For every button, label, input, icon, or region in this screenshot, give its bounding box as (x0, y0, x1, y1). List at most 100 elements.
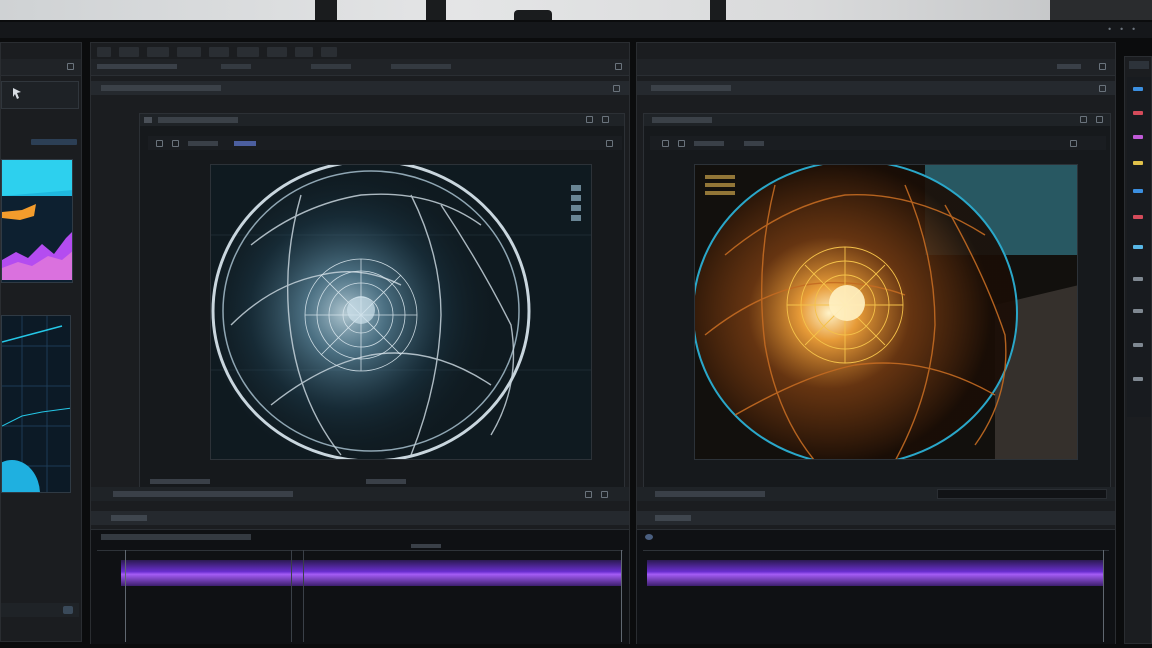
settings-icon[interactable] (1099, 63, 1106, 70)
list-swatch (1133, 135, 1143, 139)
minimize-icon[interactable] (586, 116, 593, 123)
right-scan-image (695, 165, 1077, 459)
tool-label (744, 141, 764, 146)
playhead[interactable] (1103, 550, 1104, 642)
list-swatch (1133, 215, 1143, 219)
left-monitor (0, 42, 82, 642)
viewer-title-bar (644, 114, 1110, 126)
right-scan-viewport[interactable] (694, 164, 1078, 460)
tool-icon[interactable] (172, 140, 179, 147)
maximize-icon[interactable] (1096, 116, 1103, 123)
far-right-list (1127, 77, 1151, 417)
menu-item[interactable] (209, 47, 229, 57)
timeline-title-bar (111, 515, 147, 521)
panel-title-bar (651, 85, 731, 91)
left-footer-button[interactable] (63, 606, 73, 614)
tool-icon[interactable] (678, 140, 685, 147)
viewer-title-bar-label (652, 117, 712, 123)
left-area-chart (2, 160, 72, 280)
list-swatch (1133, 111, 1143, 115)
viewer-title-bar-label (158, 117, 238, 123)
center-panel-footer (91, 487, 629, 501)
viewer-toolbar (148, 136, 622, 150)
panel-title-bar (101, 85, 221, 91)
more-icon[interactable] (606, 140, 613, 147)
left-footer (1, 603, 79, 617)
menu-item[interactable] (321, 47, 337, 57)
app-icon (144, 117, 152, 123)
left-line-chart (2, 316, 70, 492)
toolbar-field[interactable] (391, 64, 451, 69)
playhead[interactable] (621, 550, 622, 642)
more-icon[interactable] (1070, 140, 1077, 147)
fit-icon[interactable] (601, 491, 608, 498)
track-header (101, 534, 251, 540)
right-toolbar (637, 59, 1115, 76)
menu-item[interactable] (177, 47, 201, 57)
left-chart-panel (1, 159, 73, 283)
menu-item[interactable] (237, 47, 259, 57)
background-wall (0, 0, 1152, 22)
timeline-title-bar (655, 515, 691, 521)
menu-item[interactable] (295, 47, 313, 57)
center-timeline-panel (91, 529, 629, 644)
monitor-stand (514, 10, 552, 20)
top-bar: • • • (0, 22, 1152, 38)
track-marker (303, 550, 304, 642)
list-swatch (1133, 161, 1143, 165)
timecode (411, 544, 441, 548)
viewer-toolbar (650, 136, 1106, 150)
maximize-icon[interactable] (602, 116, 609, 123)
menu-icon[interactable] (67, 63, 74, 70)
center-panel-header (91, 81, 629, 95)
center-timeline-header (91, 511, 629, 525)
footer-search-input[interactable] (937, 489, 1107, 499)
toolbar-field[interactable] (1057, 64, 1081, 69)
settings-icon[interactable] (615, 63, 622, 70)
list-swatch (1133, 87, 1143, 91)
close-icon[interactable] (613, 85, 620, 92)
tool-icon[interactable] (662, 140, 669, 147)
right-viewer-window (643, 113, 1111, 491)
right-panel-header (637, 81, 1115, 95)
menu-item[interactable] (147, 47, 169, 57)
menu-item[interactable] (97, 47, 111, 57)
monitor-stand (426, 0, 446, 20)
far-right-monitor (1124, 56, 1152, 644)
audio-track[interactable] (121, 560, 621, 586)
right-timeline-panel (637, 529, 1115, 644)
track-marker (291, 550, 292, 642)
center-toolbar (91, 59, 629, 76)
zoom-icon[interactable] (585, 491, 592, 498)
left-status-bar (31, 139, 77, 145)
track-icon (645, 534, 653, 540)
left-chart-footer (1, 285, 79, 297)
tool-label-active[interactable] (234, 141, 256, 146)
monitor-stand (315, 0, 337, 20)
audio-track[interactable] (647, 560, 1103, 586)
list-swatch (1133, 189, 1143, 193)
toolbar-field[interactable] (221, 64, 251, 69)
toolbar-field[interactable] (311, 64, 351, 69)
close-icon[interactable] (1099, 85, 1106, 92)
ruler (97, 550, 623, 551)
indicator: • (1107, 25, 1112, 34)
tool-label (188, 141, 218, 146)
right-monitor (636, 42, 1116, 644)
center-scan-viewport[interactable] (210, 164, 592, 460)
tool-icon[interactable] (156, 140, 163, 147)
left-toolbar (1, 59, 81, 76)
left-info-card (1, 81, 79, 109)
track-marker (125, 550, 126, 642)
list-swatch (1133, 343, 1143, 347)
list-swatch (1133, 309, 1143, 313)
indicator: • (1119, 25, 1124, 34)
status-text (366, 479, 406, 484)
ruler (643, 550, 1109, 551)
center-monitor (90, 42, 630, 644)
minimize-icon[interactable] (1080, 116, 1087, 123)
footer-text (113, 491, 293, 497)
menu-item[interactable] (119, 47, 139, 57)
right-panel-footer (637, 487, 1115, 501)
menu-item[interactable] (267, 47, 287, 57)
